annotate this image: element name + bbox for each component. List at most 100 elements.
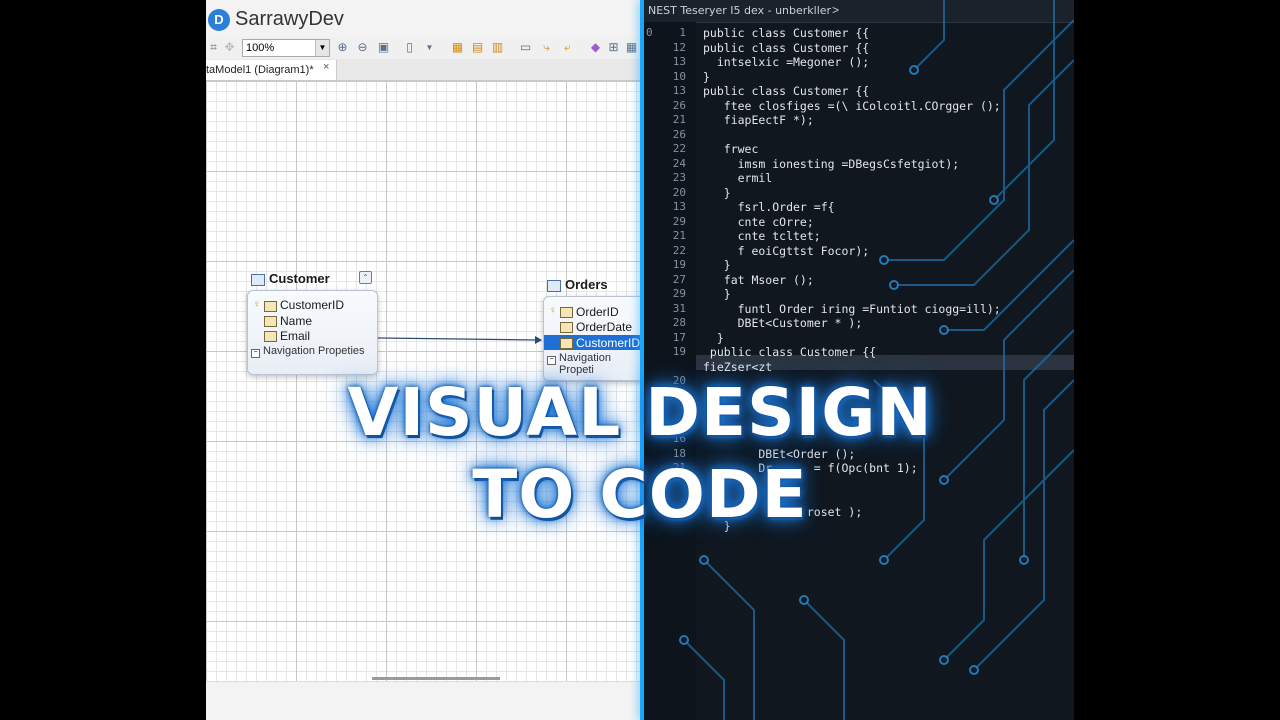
code-line[interactable]: public class Customer {{ <box>703 84 869 98</box>
pan-tool-icon[interactable]: ✥ <box>222 40 237 55</box>
property-icon <box>560 307 573 318</box>
chevron-right-icon[interactable]: > <box>832 3 839 17</box>
line-number: 21 <box>672 461 686 474</box>
code-line[interactable]: imsm ionesting =DBegsCsfetgiot); <box>703 157 960 171</box>
line-number: 20 <box>672 374 686 387</box>
property-icon <box>264 331 277 342</box>
code-line[interactable]: roset ); <box>703 505 862 519</box>
add-property-icon[interactable]: ▤ <box>470 40 485 55</box>
code-line[interactable]: funtl Order iring =Funtiot ciogg=ill); <box>703 302 1001 316</box>
code-line[interactable]: public class Customer {{ <box>703 345 876 359</box>
editor-tabstrip: NEST Teseryer I5 dex - unberkller > <box>644 0 1074 23</box>
field-email[interactable]: Email <box>280 329 310 343</box>
app-logo-icon: D <box>208 9 230 31</box>
line-number: 24 <box>672 156 686 170</box>
association-icon[interactable]: ⤷ <box>539 40 554 55</box>
close-icon[interactable]: × <box>323 61 329 73</box>
line-number-gutter: 0 1 12 13 10 13 26 21 26 22 24 23 20 13 29 21 22 19 27 29 3… <box>644 22 696 720</box>
code-line[interactable]: public class Customer {{ <box>703 41 869 55</box>
diagram-canvas[interactable]: Customer ⌃ ♀ CustomerID Name Email − Nav… <box>206 81 642 681</box>
property-icon <box>264 316 277 327</box>
collapse-navigation-icon[interactable]: − <box>547 356 556 365</box>
relationship-connector[interactable] <box>206 81 642 681</box>
property-icon <box>560 322 573 333</box>
code-line[interactable]: fiapEectF *); <box>703 113 814 127</box>
line-number: 12 <box>672 40 686 54</box>
layout-icon[interactable]: ⊞ <box>606 40 621 55</box>
line-number: 19 <box>672 258 686 271</box>
line-number: 23 <box>672 171 686 184</box>
field-name[interactable]: Name <box>280 314 312 328</box>
code-line[interactable]: public class Customer {{ <box>703 26 869 40</box>
letterbox-right <box>1074 0 1280 720</box>
code-line[interactable]: cnte cOrre; <box>703 215 814 229</box>
navigation-properties-label[interactable]: Navigation Propeties <box>263 345 365 357</box>
line-number: 22 <box>672 142 686 155</box>
zoom-in-icon[interactable]: ⊕ <box>335 40 350 55</box>
code-line[interactable]: } <box>703 519 731 533</box>
line-number: 21 <box>672 229 686 242</box>
entity-icon <box>251 274 265 286</box>
table-icon[interactable]: ▭ <box>518 40 533 55</box>
entity-icon <box>547 280 561 292</box>
code-line[interactable]: fat Msoer (); <box>703 273 814 287</box>
line-number: 1 <box>679 26 686 39</box>
zoom-value: 100% <box>246 42 275 54</box>
navigation-properties-label[interactable]: Navigation Propeti <box>559 352 642 376</box>
add-entity-icon[interactable]: ▦ <box>450 40 465 55</box>
line-number: 21 <box>672 113 686 126</box>
tab-diagram1[interactable]: taModel1 (Diagram1)* <box>206 60 337 80</box>
code-line[interactable]: f eoiCgttst Focor); <box>703 244 870 258</box>
code-line[interactable]: DBEt<Customer * ); <box>703 316 863 330</box>
horizontal-scrollbar[interactable] <box>206 677 642 720</box>
code-line[interactable]: } <box>703 287 731 301</box>
line-number: 27 <box>672 272 686 286</box>
chevron-down-icon[interactable]: ▼ <box>315 40 329 56</box>
code-editor[interactable]: NEST Teseryer I5 dex - unberkller > 0 11… <box>644 0 1074 720</box>
page-dropdown-icon[interactable]: ▼ <box>422 40 437 55</box>
field-orderdate[interactable]: OrderDate <box>576 320 632 334</box>
line-number: 17 <box>672 330 686 344</box>
entity-title: Customer <box>269 271 330 286</box>
code-line[interactable]: DBEt<Order (); <box>703 447 855 461</box>
code-line[interactable]: ermil <box>703 171 773 185</box>
collapse-icon[interactable]: ⌃ <box>359 271 372 284</box>
designer-toolbar: ⌗ ✥ 100% ▼ ⊕ ⊖ ▣ ▯ ▼ ▦ ▤ ▥ ▭ ⤷ ⤶ ◆ ⊞ ▦ <box>206 37 642 60</box>
zoom-out-icon[interactable]: ⊖ <box>355 40 370 55</box>
code-line[interactable]: } <box>703 70 710 84</box>
page-icon[interactable]: ▯ <box>402 40 417 55</box>
code-line[interactable]: } <box>703 331 724 345</box>
code-line[interactable]: Dr = f(Opc(bnt 1); <box>703 461 917 475</box>
add-navigation-icon[interactable]: ▥ <box>490 40 505 55</box>
line-number: 13 <box>672 200 686 213</box>
collapse-navigation-icon[interactable]: − <box>251 349 260 358</box>
line-number: 28 <box>672 316 686 329</box>
code-line[interactable]: fsrl.Order =f{ <box>703 200 835 214</box>
line-number: 16 <box>672 432 686 445</box>
inheritance-icon[interactable]: ⤶ <box>560 40 575 55</box>
field-orderid[interactable]: OrderID <box>576 305 619 319</box>
code-line[interactable]: } <box>703 258 731 272</box>
code-line[interactable]: ftee closfiges =(\ iColcoitl.COrgger (); <box>703 99 1001 113</box>
select-tool-icon[interactable]: ⌗ <box>206 40 221 55</box>
key-icon: ♀ <box>549 305 557 316</box>
letterbox-left <box>0 0 206 720</box>
line-number: 29 <box>672 287 686 300</box>
zoom-select[interactable]: 100% ▼ <box>242 39 330 57</box>
complex-type-icon[interactable]: ◆ <box>588 40 603 55</box>
code-line[interactable]: fieZser<zt <box>703 360 772 374</box>
fit-to-window-icon[interactable]: ▣ <box>376 40 391 55</box>
code-line[interactable]: frwec <box>703 142 759 156</box>
code-line[interactable]: cnte tcltet; <box>703 229 821 243</box>
field-customerid[interactable]: CustomerID <box>280 298 344 312</box>
field-customerid-fk[interactable]: CustomerID <box>576 336 640 350</box>
scrollbar-thumb[interactable] <box>372 677 500 680</box>
grid-icon[interactable]: ▦ <box>624 40 639 55</box>
gutter-marker: 0 <box>646 26 653 39</box>
code-line[interactable]: intselxic =Megoner (); <box>703 55 869 69</box>
editor-tab-label[interactable]: NEST Teseryer I5 dex - unberkller <box>648 4 831 17</box>
tab-label: taModel1 (Diagram1)* <box>206 64 314 76</box>
line-number: 26 <box>672 127 686 141</box>
document-tabstrip: taModel1 (Diagram1)* × <box>206 59 642 81</box>
code-line[interactable]: } <box>703 186 731 200</box>
